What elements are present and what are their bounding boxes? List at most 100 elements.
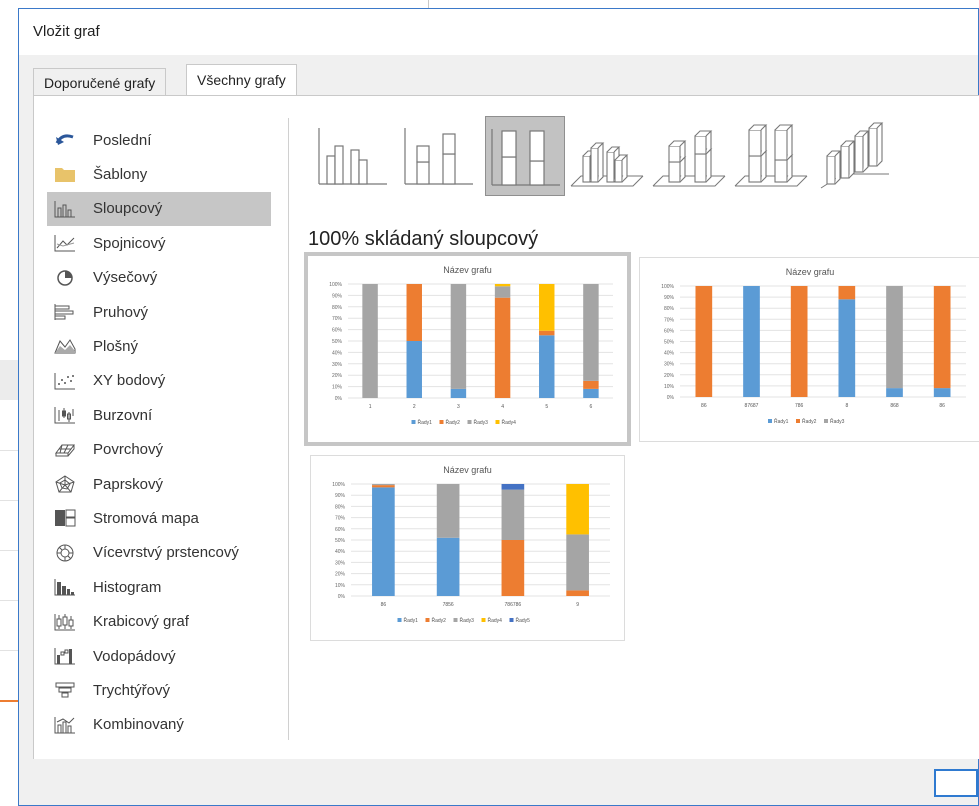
bar-segment [933, 388, 951, 397]
bar-segment [406, 284, 422, 341]
chart-category-item[interactable]: Trychtýřový [47, 673, 271, 707]
bar-segment [494, 286, 511, 298]
chart-category-item[interactable]: Vícevrstvý prstencový [47, 536, 271, 570]
bar-segment [501, 489, 525, 540]
chart-1-svg: Název grafu100%90%80%70%60%50%40%30%20%1… [329, 265, 613, 426]
percent-stacked-column-icon[interactable] [485, 116, 565, 196]
y-tick-label: 60% [332, 328, 343, 334]
chart-category-label: Spojnicový [93, 234, 166, 252]
chart-category-label: Poslední [93, 131, 152, 149]
y-tick-label: 60% [664, 328, 675, 334]
x-tick-label: 3 [457, 404, 460, 410]
3d-percent-stacked-column-icon[interactable] [731, 116, 811, 196]
recent-icon [51, 129, 79, 151]
y-tick-label: 80% [664, 306, 675, 312]
combo-chart-icon [51, 714, 79, 736]
chart-preview-3[interactable]: Název grafu 100% 90% 80% 70% 60% 50% 40% 30% 20% 1… [310, 455, 625, 641]
scatter-chart-icon [51, 370, 79, 392]
bar-segment [372, 487, 395, 596]
chart-category-item[interactable]: Stromová mapa [47, 501, 271, 535]
y-tick-label: 20% [664, 373, 675, 379]
legend-swatch [411, 420, 416, 424]
chart-category-item[interactable]: Pruhový [47, 295, 271, 329]
treemap-icon [51, 507, 79, 529]
dialog-titlebar[interactable]: Vložit graf [19, 9, 978, 55]
chart-category-item[interactable]: Plošný [47, 329, 271, 363]
bar-segment [566, 534, 589, 591]
background-divider [428, 0, 429, 8]
chart-category-label: Plošný [93, 337, 139, 355]
chart-category-item[interactable]: Spojnicový [47, 226, 271, 260]
chart-category-label: Paprskový [93, 475, 164, 493]
y-tick-label: 0% [335, 396, 343, 402]
background-window-top [0, 0, 420, 8]
legend-label: Řady3 [474, 418, 489, 426]
bar-segment [838, 286, 856, 300]
bar-segment [583, 388, 599, 398]
stacked-column-icon[interactable] [399, 116, 479, 196]
chart-category-item[interactable]: Paprskový [47, 467, 271, 501]
bar-segment [566, 484, 589, 535]
chart-3-svg: Název grafu100%90%80%70%60%50%40%30%20%1… [332, 465, 610, 624]
bar-segment [501, 484, 525, 490]
column-chart-icon [51, 198, 79, 220]
legend-label: Řady4 [488, 616, 503, 624]
chart-category-item[interactable]: Povrchový [47, 433, 271, 467]
chart-category-item[interactable]: Burzovní [47, 398, 271, 432]
chart-category-item[interactable]: Krabicový graf [47, 605, 271, 639]
chart-category-label: Kombinovaný [93, 716, 184, 734]
legend-label: Řady2 [432, 616, 447, 624]
legend-swatch [824, 419, 828, 423]
chart-category-item[interactable]: XY bodový [47, 364, 271, 398]
3d-column-icon[interactable] [813, 116, 893, 196]
bar-segment [494, 297, 511, 398]
legend-swatch [796, 419, 800, 423]
bar-segment [566, 590, 589, 596]
legend-swatch [397, 618, 402, 622]
waterfall-icon [51, 645, 79, 667]
background-gridline [0, 500, 18, 501]
3d-clustered-column-icon[interactable] [567, 116, 647, 196]
y-tick-label: 50% [664, 340, 675, 346]
background-gridline [0, 600, 18, 601]
chart-category-label: Povrchový [93, 441, 164, 459]
y-tick-label: 50% [335, 538, 346, 544]
y-tick-label: 50% [332, 339, 343, 345]
y-tick-label: 100% [329, 282, 342, 288]
legend-swatch [768, 419, 772, 423]
ok-button[interactable] [934, 769, 978, 797]
chart-category-item[interactable]: Sloupcový [47, 191, 271, 226]
bar-segment [372, 484, 395, 486]
legend-label: Řady4 [502, 418, 517, 426]
chart-category-item[interactable]: Výsečový [47, 261, 271, 295]
chart-category-label: Stromová mapa [93, 509, 199, 527]
chart-category-item[interactable]: Šablony [47, 157, 271, 191]
bar-segment [539, 335, 555, 398]
y-tick-label: 100% [661, 284, 674, 290]
background-gridline [0, 450, 18, 451]
bar-segment [436, 484, 460, 538]
chart-category-item[interactable]: Vodopádový [47, 639, 271, 673]
pie-chart-icon [51, 267, 79, 289]
chart-category-item[interactable]: Histogram [47, 570, 271, 604]
bar-segment [450, 388, 467, 398]
bar-segment [790, 286, 808, 397]
bar-segment [436, 537, 460, 596]
tab-recommended-charts[interactable]: Doporučené grafy [33, 68, 167, 96]
chart-category-label: Krabicový graf [93, 613, 189, 631]
chart-preview-2[interactable]: Název grafu 100% 90% 80% 70% 60% 50% 40% 30% 20% 1… [639, 257, 979, 442]
3d-stacked-column-icon[interactable] [649, 116, 729, 196]
bar-segment [695, 286, 713, 397]
subtype-title: 100% skládaný sloupcový [308, 228, 539, 250]
clustered-column-icon[interactable] [313, 116, 393, 196]
bar-segment [406, 341, 422, 398]
chart-category-item[interactable]: Poslední [47, 123, 271, 157]
dialog-title: Vložit graf [33, 23, 100, 40]
tab-all-charts[interactable]: Všechny grafy [186, 64, 297, 95]
y-tick-label: 90% [332, 293, 343, 299]
y-tick-label: 40% [335, 549, 346, 555]
legend-label: Řady3 [460, 616, 475, 624]
chart-preview-1[interactable]: Název grafu 100% 90% 80% 70% 60% 50% 40% 30% 20% 1… [304, 252, 631, 446]
chart-category-item[interactable]: Kombinovaný [47, 708, 271, 742]
legend-swatch [509, 618, 514, 622]
